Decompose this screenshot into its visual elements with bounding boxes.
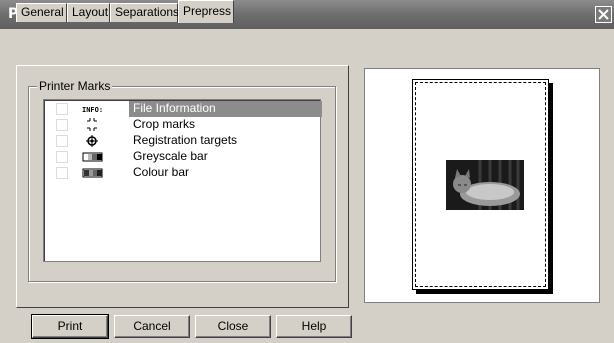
checkbox[interactable] (56, 135, 68, 147)
close-window-button[interactable] (595, 6, 612, 23)
registration-target-icon (82, 134, 104, 148)
close-button[interactable]: Close (195, 315, 271, 338)
list-item-label: Colour bar (133, 165, 190, 179)
checkbox[interactable] (56, 103, 68, 115)
greyscale-bar-icon (82, 150, 104, 164)
list-item-registration-targets[interactable]: Registration targets (44, 133, 320, 149)
list-item-greyscale-bar[interactable]: Greyscale bar (44, 149, 320, 165)
list-item-file-information[interactable]: INFO: File Information (44, 101, 322, 117)
checkbox[interactable] (56, 167, 68, 179)
tab-layout[interactable]: Layout (67, 3, 110, 22)
list-item-crop-marks[interactable]: Crop marks (44, 117, 320, 133)
colour-bar-icon (82, 166, 104, 180)
crop-marks-icon (82, 118, 104, 132)
info-text-icon: INFO: (82, 102, 104, 116)
tab-separations[interactable]: Separations (110, 3, 179, 22)
list-item-label: Crop marks (133, 117, 196, 131)
tab-general[interactable]: General (16, 3, 67, 22)
help-button[interactable]: Help (276, 315, 352, 338)
group-legend: Printer Marks (37, 79, 113, 93)
preview-image (446, 160, 524, 210)
list-item-label: File Information (129, 101, 322, 117)
list-item-colour-bar[interactable]: Colour bar (44, 165, 320, 181)
cancel-button[interactable]: Cancel (114, 315, 190, 338)
checkbox[interactable] (56, 151, 68, 163)
checkbox[interactable] (56, 119, 68, 131)
print-dialog: Print General Layout Separations Prepres… (0, 0, 614, 343)
list-item-label: Registration targets (133, 133, 238, 147)
svg-text:INFO:: INFO: (82, 106, 103, 114)
list-item-label: Greyscale bar (133, 149, 208, 163)
tab-prepress[interactable]: Prepress (178, 0, 234, 23)
print-button[interactable]: Print (31, 314, 109, 339)
close-icon (598, 9, 609, 20)
printer-marks-list[interactable]: INFO: File Information Crop marks Regist… (43, 99, 322, 262)
